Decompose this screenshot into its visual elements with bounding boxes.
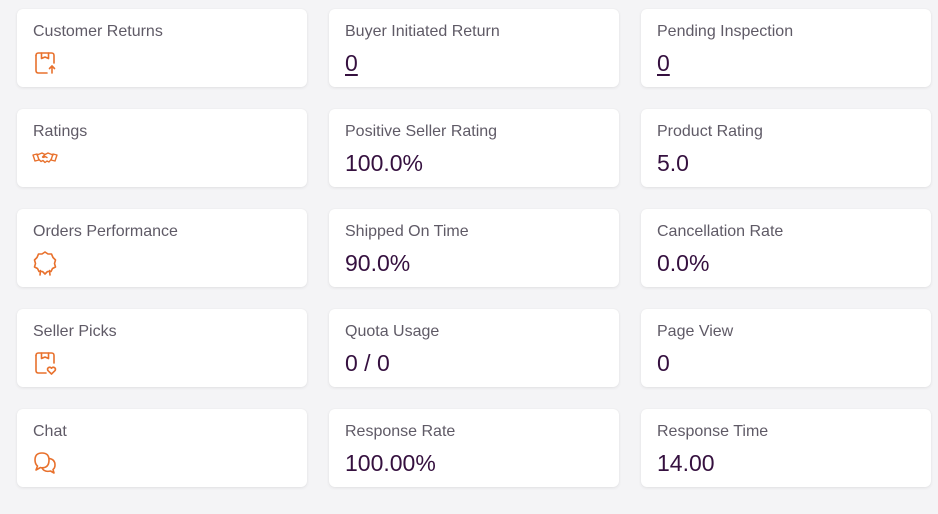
- page-view-value: 0: [657, 350, 670, 376]
- buyer-initiated-return-value[interactable]: 0: [345, 50, 358, 77]
- package-return-icon: [31, 49, 59, 77]
- orders-performance-card: Orders Performance: [17, 209, 307, 287]
- quota-usage-card: Quota Usage 0 / 0: [329, 309, 619, 387]
- orders-performance-title: Orders Performance: [33, 223, 178, 240]
- cancellation-rate-card: Cancellation Rate 0.0%: [641, 209, 931, 287]
- shipped-on-time-card: Shipped On Time 90.0%: [329, 209, 619, 287]
- chat-bubbles-icon: [31, 449, 59, 477]
- buyer-initiated-return-card: Buyer Initiated Return 0: [329, 9, 619, 87]
- shipped-on-time-label: Shipped On Time: [345, 223, 469, 240]
- cancellation-rate-label: Cancellation Rate: [657, 223, 784, 240]
- handshake-icon: [31, 145, 59, 173]
- response-rate-value: 100.00%: [345, 450, 436, 476]
- positive-seller-rating-value: 100.0%: [345, 150, 424, 176]
- seller-picks-card: Seller Picks: [17, 309, 307, 387]
- response-time-label: Response Time: [657, 423, 769, 440]
- response-rate-card: Response Rate 100.00%: [329, 409, 619, 487]
- ratings-card: Ratings: [17, 109, 307, 187]
- positive-seller-rating-label: Positive Seller Rating: [345, 123, 498, 140]
- response-time-value: 14.00: [657, 450, 715, 476]
- response-time-card: Response Time 14.00: [641, 409, 931, 487]
- buyer-initiated-return-label: Buyer Initiated Return: [345, 23, 500, 40]
- seller-picks-title: Seller Picks: [33, 323, 117, 340]
- pending-inspection-value[interactable]: 0: [657, 50, 670, 77]
- customer-returns-title: Customer Returns: [33, 23, 163, 40]
- package-heart-icon: [31, 349, 59, 377]
- shipped-on-time-value: 90.0%: [345, 250, 411, 276]
- pending-inspection-card: Pending Inspection 0: [641, 9, 931, 87]
- quota-usage-label: Quota Usage: [345, 323, 440, 340]
- chat-title: Chat: [33, 423, 67, 440]
- pending-inspection-label: Pending Inspection: [657, 23, 794, 40]
- page-view-card: Page View 0: [641, 309, 931, 387]
- quota-usage-value: 0 / 0: [345, 350, 390, 376]
- ratings-title: Ratings: [33, 123, 88, 140]
- product-rating-value: 5.0: [657, 150, 689, 176]
- positive-seller-rating-card: Positive Seller Rating 100.0%: [329, 109, 619, 187]
- product-rating-card: Product Rating 5.0: [641, 109, 931, 187]
- badge-icon: [31, 249, 59, 277]
- customer-returns-card: Customer Returns: [17, 9, 307, 87]
- cancellation-rate-value: 0.0%: [657, 250, 710, 276]
- response-rate-label: Response Rate: [345, 423, 456, 440]
- page-view-label: Page View: [657, 323, 734, 340]
- product-rating-label: Product Rating: [657, 123, 763, 140]
- chat-card: Chat: [17, 409, 307, 487]
